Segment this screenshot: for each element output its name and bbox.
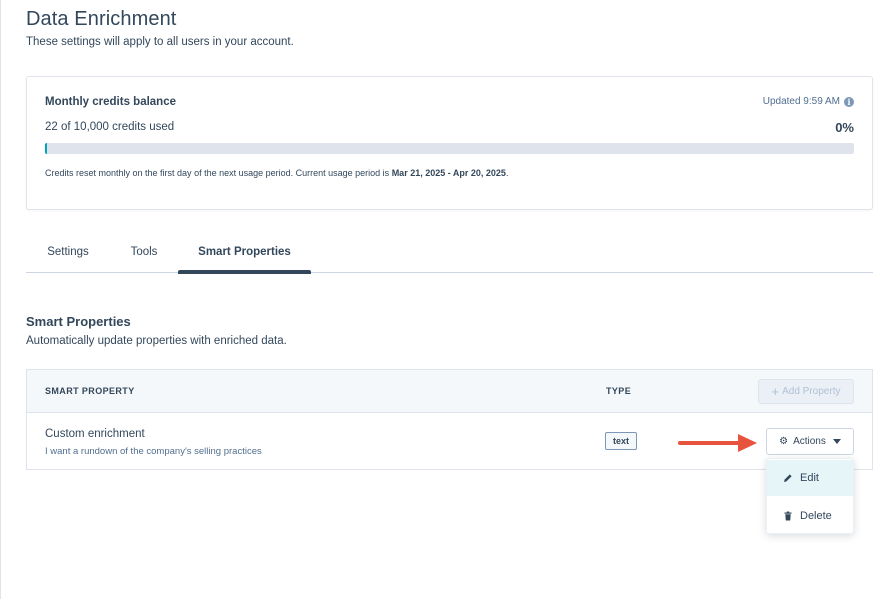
menu-item-edit-label: Edit: [800, 472, 819, 484]
tab-bar: Settings Tools Smart Properties: [26, 240, 873, 274]
section-title: Smart Properties: [26, 314, 131, 329]
table-header: SMART PROPERTY TYPE + Add Property: [27, 370, 872, 413]
credits-percent: 0%: [835, 120, 854, 135]
pencil-icon: [783, 473, 793, 483]
credits-progress-bar: [45, 143, 854, 154]
actions-dropdown-menu: Edit Delete: [766, 458, 854, 534]
page-title: Data Enrichment: [26, 8, 177, 30]
annotation-arrow-icon: [678, 434, 757, 452]
trash-icon: [783, 511, 793, 521]
updated-time: Updated 9:59 AM: [762, 96, 840, 107]
actions-label: Actions: [793, 436, 826, 447]
credits-card: Monthly credits balance Updated 9:59 AM …: [26, 76, 873, 210]
type-tag: text: [605, 432, 638, 450]
property-description: I want a rundown of the company's sellin…: [45, 446, 262, 457]
gear-icon: ⚙: [779, 436, 789, 447]
column-header-type[interactable]: TYPE: [606, 386, 631, 396]
actions-button[interactable]: ⚙ Actions: [766, 428, 854, 455]
menu-item-edit[interactable]: Edit: [767, 460, 853, 496]
tab-settings[interactable]: Settings: [40, 240, 96, 273]
credits-progress-fill: [45, 143, 47, 154]
add-property-button[interactable]: + Add Property: [758, 379, 854, 404]
smart-properties-table: SMART PROPERTY TYPE + Add Property Custo…: [26, 369, 873, 470]
credits-title: Monthly credits balance: [45, 96, 177, 108]
credits-used: 22 of 10,000 credits used: [45, 121, 175, 133]
menu-item-delete-label: Delete: [800, 510, 832, 522]
column-header-smart-property[interactable]: SMART PROPERTY: [45, 386, 135, 396]
usage-period: Mar 21, 2025 - Apr 20, 2025: [391, 168, 506, 178]
info-icon[interactable]: i: [844, 96, 854, 107]
section-description: Automatically update properties with enr…: [26, 335, 287, 347]
left-border: [0, 0, 1, 599]
credits-note-text: Credits reset monthly on the first day o…: [45, 168, 392, 178]
credits-updated: Updated 9:59 AM i: [763, 96, 854, 107]
add-property-label: Add Property: [782, 386, 841, 397]
menu-item-delete[interactable]: Delete: [767, 498, 853, 534]
tab-tools[interactable]: Tools: [123, 240, 165, 273]
tab-smart-properties[interactable]: Smart Properties: [178, 240, 311, 274]
chevron-down-icon: [832, 439, 841, 444]
credits-note: Credits reset monthly on the first day o…: [45, 168, 508, 178]
plus-icon: +: [771, 384, 780, 399]
credits-note-suffix: .: [505, 168, 509, 178]
property-name: Custom enrichment: [45, 428, 145, 440]
page-subtitle: These settings will apply to all users i…: [26, 36, 294, 48]
